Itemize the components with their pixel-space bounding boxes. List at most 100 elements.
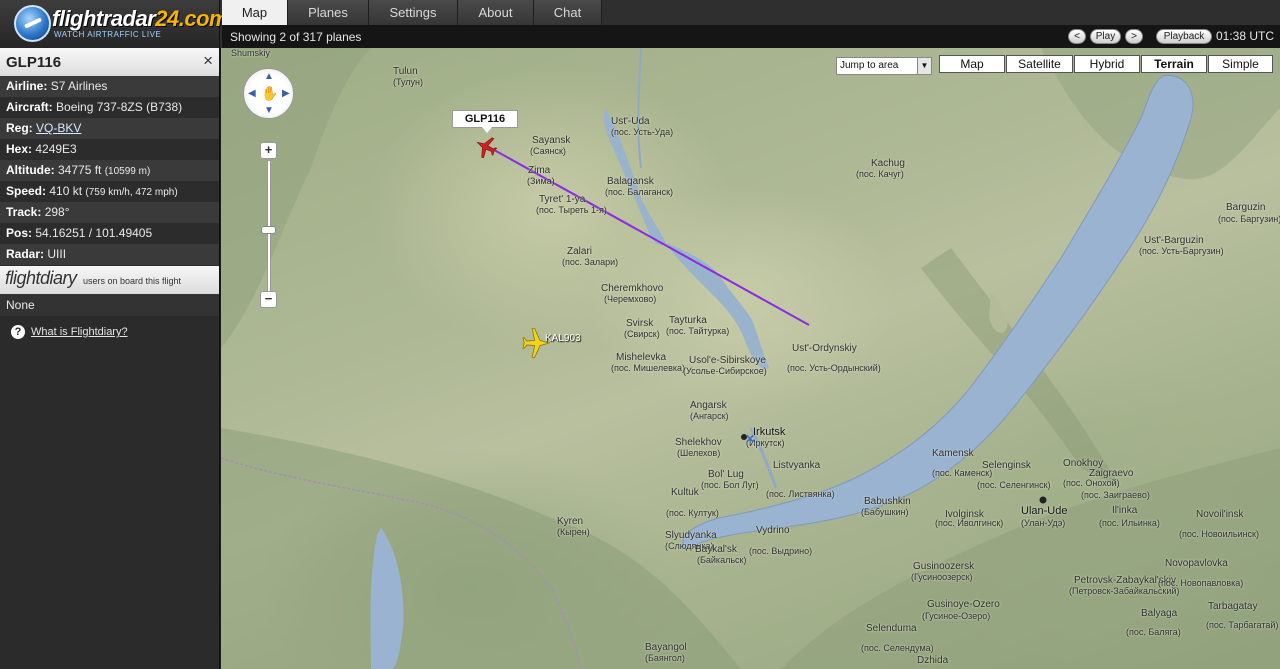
flightdiary-subtitle: users on board this flight [83, 276, 182, 286]
playback-next-button[interactable]: > [1125, 29, 1143, 44]
map-place-sublabel: (пос. Балягa) [1126, 627, 1181, 637]
airport-marker-icon[interactable]: ✕ [745, 432, 755, 446]
registration-row: Reg: VQ-BKV [0, 118, 219, 139]
map-place-sublabel: (Усолье-Сибирское) [683, 366, 767, 376]
map-place-label: Kamensk [932, 448, 974, 459]
registration-link[interactable]: VQ-BKV [36, 121, 81, 135]
map-place-sublabel: (пос. Новоильинск) [1179, 529, 1259, 539]
selected-airplane-icon[interactable] [473, 136, 499, 158]
map-place-sublabel: (пос. Бол Луг) [701, 480, 759, 490]
flightdiary-help-row: ? What is Flightdiary? [0, 316, 219, 346]
zoom-in-button[interactable]: + [260, 142, 277, 159]
map-place-label: Listvyanka [773, 460, 821, 471]
tab-about[interactable]: About [458, 0, 534, 25]
map-place-sublabel: (пос. Ильинка) [1099, 518, 1160, 528]
map-place-sublabel: (пос. Баргузин) [1218, 214, 1280, 224]
zoom-out-button[interactable]: − [260, 291, 277, 308]
zoom-slider-handle[interactable] [261, 226, 276, 234]
map-place-label: Angarsk [690, 400, 727, 411]
map-place-label: Novopavlovka [1165, 558, 1228, 569]
pan-down-icon[interactable]: ▼ [264, 105, 274, 116]
map-place-sublabel: (пос. Селенгинск) [977, 480, 1051, 490]
map-type-simple[interactable]: Simple [1208, 55, 1273, 73]
altitude-value: 34775 ft [58, 163, 102, 177]
map-place-label: Kyren [557, 516, 584, 527]
radar-globe-icon [14, 5, 51, 42]
airline-row: Airline: S7 Airlines [0, 76, 219, 97]
what-is-flightdiary-link[interactable]: What is Flightdiary? [31, 326, 128, 338]
flightradar24-logo[interactable]: flightradar24.com WATCH AIRTRAFFIC LIVE [0, 0, 229, 48]
map-type-map[interactable]: Map [939, 55, 1005, 73]
top-bar: flightradar24.com WATCH AIRTRAFFIC LIVE … [0, 0, 1280, 48]
map-place-label: Zaigraevo [1089, 468, 1134, 479]
map-place-sublabel: (пос. Заиграево) [1081, 490, 1150, 500]
map-place-sublabel: (пос. Мишелевка) [611, 363, 686, 373]
map-place-sublabel: (Саянск) [530, 146, 566, 156]
map-place-sublabel: (пос. Селендума) [861, 643, 934, 653]
utc-clock: 01:38 UTC [1215, 29, 1274, 43]
tab-settings[interactable]: Settings [369, 0, 458, 25]
pan-left-icon[interactable]: ◀ [248, 88, 256, 99]
chevron-down-icon: ▼ [917, 58, 931, 74]
map-place-sublabel: (Улан-Удэ) [1021, 518, 1066, 528]
map-type-satellite[interactable]: Satellite [1006, 55, 1073, 73]
playback-prev-button[interactable]: < [1068, 29, 1086, 44]
map-place-label: Shumskiy [231, 48, 271, 58]
map-place-sublabel: (пос. Онохой) [1063, 478, 1120, 488]
map-place-label: Gusinoye-Ozero [927, 599, 1000, 610]
map-place-sublabel: (пос. Новопавловка) [1158, 578, 1244, 588]
tab-planes[interactable]: Planes [288, 0, 369, 25]
map-place-sublabel: (пос. Выдрино) [749, 546, 813, 556]
map-place-sublabel: (Бабушкин) [861, 507, 909, 517]
hex-row: Hex: 4249E3 [0, 139, 219, 160]
map-place-label: Ust'-Uda [611, 116, 650, 127]
map-place-label: Tarbagatay [1208, 601, 1258, 612]
aircraft-callsign-label: KAL903 [545, 333, 581, 344]
map-place-sublabel: (пос. Листвянка) [766, 489, 835, 499]
map-place-sublabel: (пос. Качуг) [856, 169, 904, 179]
map-place-label: Dzhida [917, 655, 949, 666]
map-place-label: Ust'-Barguzin [1144, 235, 1204, 246]
map-place-label: Selenduma [866, 623, 917, 634]
flightdiary-logo: flightdiary [5, 268, 77, 288]
close-icon[interactable]: × [203, 52, 213, 70]
pan-right-icon[interactable]: ▶ [282, 88, 290, 99]
map-place-sublabel: (пос. Тыреть 1-я) [536, 205, 607, 215]
flightdiary-users-value: None [0, 294, 219, 316]
tab-chat[interactable]: Chat [534, 0, 602, 25]
map-place-label: Cheremkhovo [601, 283, 664, 294]
track-value: 298° [44, 205, 70, 219]
map-place-sublabel: (пос. Залари) [562, 257, 619, 267]
map-place-label: Vydrino [756, 525, 790, 536]
map-place-label: Babushkin [864, 496, 911, 507]
jump-to-area-select[interactable]: Jump to area ▼ [836, 57, 932, 75]
map-place-sublabel: (Тулун) [393, 77, 424, 87]
map-place-sublabel: (Ангарск) [690, 411, 729, 421]
map-place-sublabel: (Зима) [527, 176, 555, 186]
map-place-label: Il'inka [1112, 505, 1138, 516]
map-type-terrain[interactable]: Terrain [1141, 55, 1207, 73]
map-place-label: Selenginsk [982, 460, 1031, 471]
brand-tagline: WATCH AIRTRAFFIC LIVE [54, 30, 162, 39]
map-place-label: Svirsk [626, 318, 654, 329]
tab-map[interactable]: Map [222, 0, 288, 25]
pan-control[interactable]: ▲ ▼ ◀ ▶ ✋ [243, 68, 294, 119]
map-place-sublabel: (Шелехов) [677, 448, 721, 458]
pan-up-icon[interactable]: ▲ [264, 71, 274, 82]
map-place-label: Barguzin [1226, 202, 1266, 213]
hand-pan-icon[interactable]: ✋ [261, 85, 278, 102]
plane-count-text: Showing 2 of 317 planes [230, 30, 362, 44]
map-place-label: Ulan-Ude [1021, 505, 1068, 517]
playback-button[interactable]: Playback [1156, 29, 1212, 44]
track-row: Track: 298° [0, 202, 219, 223]
map-place-sublabel: (пос. Иволгинск) [935, 518, 1004, 528]
map-place-sublabel: (Свирск) [624, 329, 660, 339]
flight-callsign: GLP116 [6, 54, 62, 71]
play-button[interactable]: Play [1090, 29, 1121, 44]
map-place-sublabel: (пос. Усть-Уда) [611, 127, 674, 137]
map-type-hybrid[interactable]: Hybrid [1074, 55, 1140, 73]
main-tabs: Map Planes Settings About Chat [222, 0, 602, 25]
map-canvas[interactable]: Shumskiy Tulun (Тулун) Sayansk (Саянск) … [221, 48, 1280, 669]
map-place-sublabel: (пос. Тарбагатай) [1206, 620, 1279, 630]
map-place-label: Ust'-Ordynskiy [792, 343, 857, 354]
